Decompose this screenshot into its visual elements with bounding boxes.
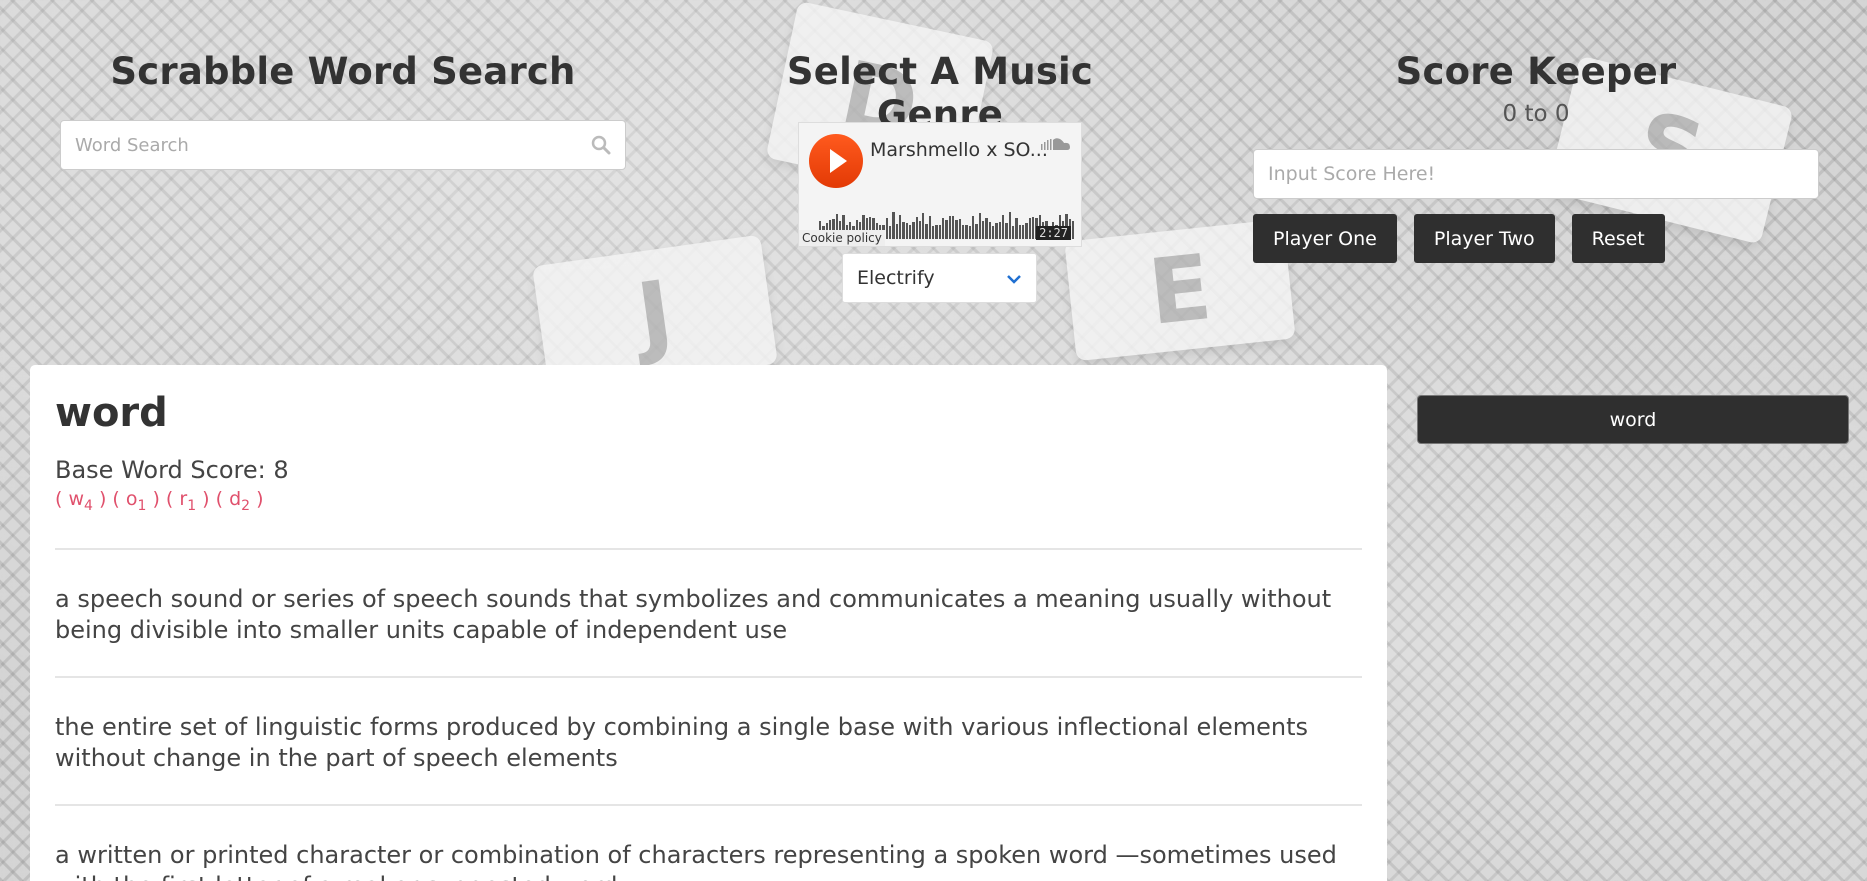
- waveform-bar: [1012, 226, 1015, 239]
- word-title: word: [55, 390, 168, 436]
- score-input-box[interactable]: [1253, 149, 1819, 199]
- definition: a written or printed character or combin…: [55, 803, 1362, 881]
- soundcloud-player[interactable]: Marshmello x SO... 2:27 Cookie policy: [798, 122, 1082, 247]
- word-search-title: Scrabble Word Search: [110, 50, 576, 93]
- letter-value: 4: [84, 497, 93, 514]
- waveform-bar: [955, 219, 958, 239]
- waveform-bar: [1028, 217, 1031, 239]
- waveform-bar: [945, 219, 948, 239]
- music-genre-section: Select A Music Genre Marshmello x SO... …: [740, 0, 1140, 303]
- waveform-bar: [988, 222, 992, 239]
- waveform-bar: [1005, 223, 1008, 239]
- player-one-button[interactable]: Player One: [1253, 214, 1397, 263]
- waveform-bar: [898, 214, 902, 239]
- waveform-bar: [992, 225, 995, 239]
- waveform-bar: [1022, 224, 1025, 239]
- waveform-bar: [902, 222, 905, 239]
- letter: w: [68, 488, 84, 510]
- waveform-bar: [948, 215, 952, 239]
- word-search-section: Scrabble Word Search: [60, 0, 626, 170]
- search-box[interactable]: [60, 120, 626, 170]
- waveform-bar: [942, 218, 945, 239]
- history-word-button[interactable]: word: [1417, 395, 1849, 444]
- definition: a speech sound or series of speech sound…: [55, 547, 1362, 646]
- reset-button[interactable]: Reset: [1571, 214, 1665, 263]
- genre-selected-value: Electrify: [857, 267, 935, 289]
- waveform-bar: [932, 226, 935, 239]
- waveform-bar: [968, 225, 972, 239]
- waveform-bar: [905, 223, 908, 239]
- chevron-down-icon: [1006, 267, 1022, 289]
- letter-value: 1: [187, 497, 197, 514]
- waveform-bar: [892, 212, 895, 239]
- play-icon[interactable]: [809, 134, 863, 188]
- waveform-bar: [998, 222, 1002, 239]
- waveform-bar: [978, 212, 982, 239]
- waveform-bar: [918, 220, 922, 239]
- score-display: 0 to 0: [1502, 101, 1570, 127]
- waveform-bar: [995, 222, 998, 239]
- letter-value: 1: [137, 497, 147, 514]
- waveform-bar: [912, 222, 915, 239]
- score-keeper-title: Score Keeper: [1395, 50, 1677, 93]
- waveform-bar: [938, 224, 942, 239]
- waveform-bar: [908, 225, 912, 239]
- letter: d: [229, 488, 242, 510]
- waveform-bar: [962, 225, 965, 239]
- definition: the entire set of linguistic forms produ…: [55, 675, 1362, 774]
- waveform-bar: [922, 212, 925, 239]
- word-definition-card: word Base Word Score: 8 ( w4 ) ( o1 ) ( …: [30, 365, 1387, 881]
- waveform-bar: [965, 224, 968, 239]
- waveform-bar: [952, 215, 955, 239]
- waveform-bar: [888, 226, 892, 239]
- waveform-bar: [925, 223, 928, 239]
- cookie-policy-link[interactable]: Cookie policy: [799, 230, 885, 246]
- waveform-bar: [935, 225, 938, 239]
- base-word-score: Base Word Score: 8: [55, 456, 289, 484]
- soundcloud-icon[interactable]: [1041, 137, 1071, 156]
- search-icon[interactable]: [591, 135, 611, 155]
- letter-scores: ( w4 ) ( o1 ) ( r1 ) ( d2 ): [55, 488, 264, 514]
- waveform-bar: [1025, 222, 1028, 239]
- search-input[interactable]: [75, 134, 591, 156]
- track-duration: 2:27: [1036, 226, 1071, 240]
- score-keeper-section: Score Keeper 0 to 0 Player One Player Tw…: [1253, 0, 1819, 263]
- waveform-bar: [982, 220, 985, 239]
- waveform-bar: [958, 218, 962, 239]
- waveform-bar: [975, 223, 978, 239]
- waveform-bar: [1018, 225, 1021, 239]
- waveform-bar: [1002, 214, 1005, 239]
- waveform-bar: [1071, 220, 1075, 239]
- waveform-bar: [1015, 218, 1018, 239]
- waveform-bar: [915, 217, 918, 239]
- letter: o: [125, 488, 138, 510]
- waveform-bar: [928, 215, 932, 239]
- waveform-bar: [1008, 212, 1012, 239]
- letter-value: 2: [241, 497, 251, 514]
- score-input[interactable]: [1268, 163, 1804, 185]
- track-title[interactable]: Marshmello x SO...: [870, 139, 1048, 161]
- player-two-button[interactable]: Player Two: [1413, 214, 1555, 263]
- waveform-bar: [885, 217, 888, 239]
- score-buttons: Player One Player Two Reset: [1253, 214, 1819, 263]
- waveform-bar: [985, 217, 988, 239]
- genre-select[interactable]: Electrify: [842, 253, 1037, 303]
- waveform-bar: [972, 215, 975, 239]
- waveform-bar: [1031, 216, 1035, 239]
- waveform-bar: [895, 223, 898, 239]
